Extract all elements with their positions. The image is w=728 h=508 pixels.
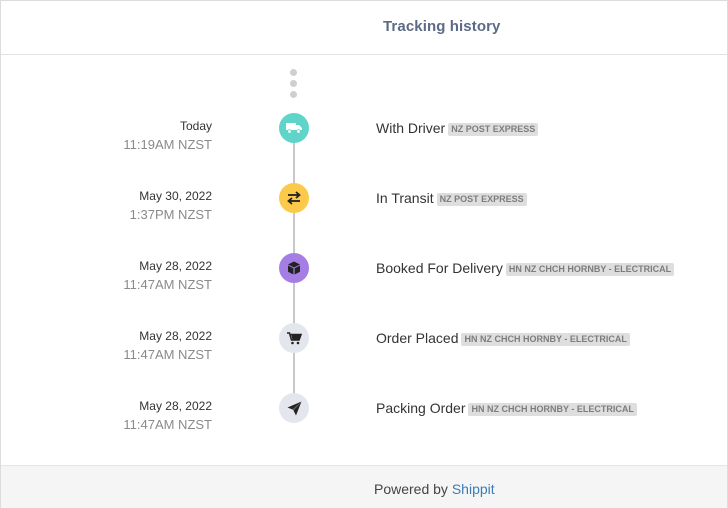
event-status: Packing Order HN NZ CHCH HORNBY - ELECTR… [376, 400, 637, 416]
event-time: 11:47AM NZST [123, 277, 212, 292]
location-badge: HN NZ CHCH HORNBY - ELECTRICAL [505, 262, 675, 276]
cart-icon [279, 323, 309, 353]
timeline-event: May 28, 2022 11:47AM NZST Packing Order … [1, 391, 727, 432]
status-label: In Transit [376, 190, 434, 206]
page-title: Tracking history [383, 18, 501, 35]
tracking-timeline: Today 11:19AM NZST With Driver NZ POST E… [1, 55, 727, 465]
location-badge: HN NZ CHCH HORNBY - ELECTRICAL [461, 332, 630, 346]
powered-by-text: Powered by Shippit [374, 481, 495, 497]
event-date: May 30, 2022 [139, 189, 212, 203]
status-label: Packing Order [376, 400, 466, 416]
event-date: Today [179, 119, 212, 133]
event-time: 1:37PM NZST [129, 207, 212, 222]
timeline-event: May 28, 2022 11:47AM NZST Order Placed H… [1, 321, 727, 362]
paper-plane-icon [279, 393, 309, 423]
header: Tracking history [1, 1, 727, 55]
event-status: With Driver NZ POST EXPRESS [376, 120, 539, 136]
tracking-page: Tracking history Today 11:19AM NZST With… [0, 0, 728, 508]
event-date: May 28, 2022 [139, 259, 212, 273]
package-icon [279, 253, 309, 283]
event-time: 11:19AM NZST [123, 137, 212, 152]
event-time: 11:47AM NZST [123, 417, 212, 432]
event-status: Order Placed HN NZ CHCH HORNBY - ELECTRI… [376, 330, 630, 346]
carrier-badge: NZ POST EXPRESS [436, 192, 527, 206]
footer: Powered by Shippit [1, 465, 727, 508]
truck-icon [279, 113, 309, 143]
more-history-dots-icon[interactable] [290, 69, 298, 102]
exchange-arrows-icon [279, 183, 309, 213]
event-status: Booked For Delivery HN NZ CHCH HORNBY - … [376, 260, 675, 276]
powered-by-label: Powered by [374, 481, 448, 497]
status-label: Order Placed [376, 330, 459, 346]
event-status: In Transit NZ POST EXPRESS [376, 190, 527, 206]
shippit-link[interactable]: Shippit [452, 481, 495, 497]
status-label: Booked For Delivery [376, 260, 503, 276]
event-time: 11:47AM NZST [123, 347, 212, 362]
timeline-event: May 28, 2022 11:47AM NZST Booked For Del… [1, 251, 727, 292]
timeline-event: Today 11:19AM NZST With Driver NZ POST E… [1, 111, 727, 152]
timeline-event: May 30, 2022 1:37PM NZST In Transit NZ P… [1, 181, 727, 222]
carrier-badge: NZ POST EXPRESS [448, 122, 539, 136]
status-label: With Driver [376, 120, 446, 136]
location-badge: HN NZ CHCH HORNBY - ELECTRICAL [468, 402, 637, 416]
event-date: May 28, 2022 [139, 399, 212, 413]
event-date: May 28, 2022 [139, 329, 212, 343]
